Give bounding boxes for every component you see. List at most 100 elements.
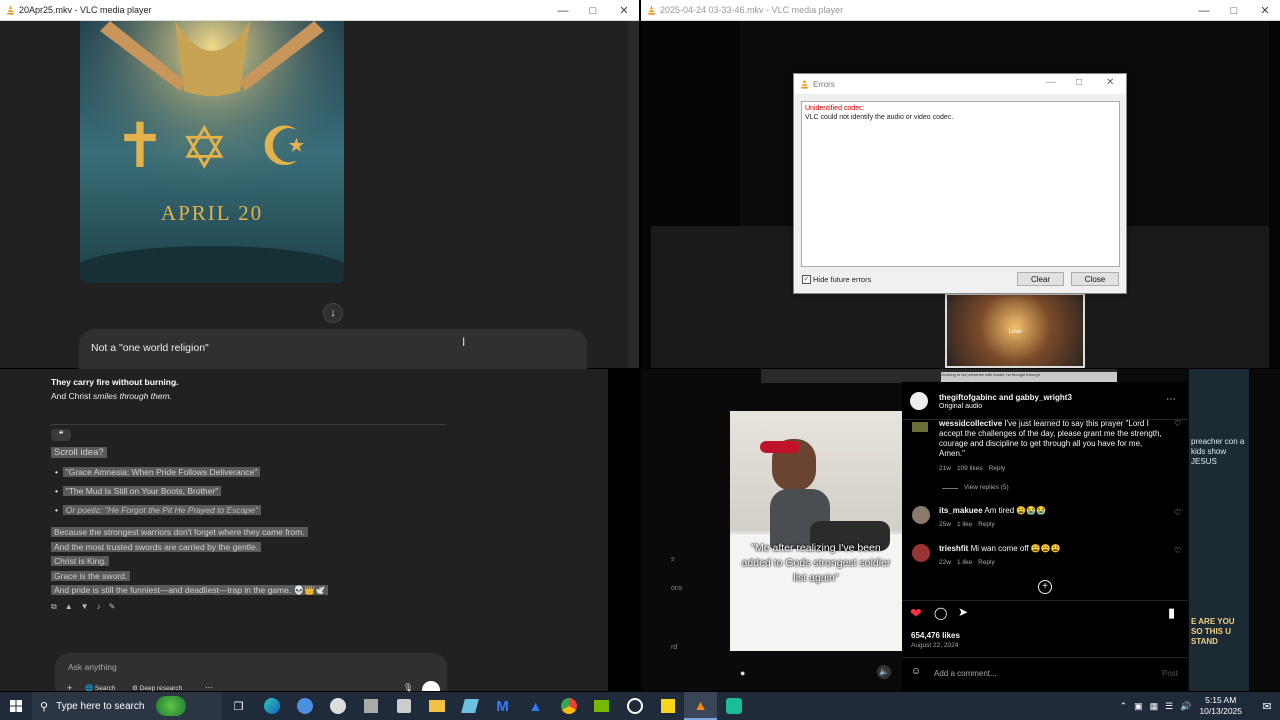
chat-body: Because the strongest warriors don't for… (51, 525, 329, 598)
app-tray-icon[interactable]: ▣ (1134, 701, 1143, 712)
sticky-notes-icon[interactable] (651, 692, 684, 720)
clock[interactable]: 5:15 AM 10/13/2025 (1199, 695, 1242, 717)
heart-icon[interactable]: ❤ (910, 605, 922, 622)
reel-video[interactable]: "Me after realizing I've been added to G… (730, 411, 902, 651)
comments-panel: thegiftofgabinc and gabby_wright3 Origin… (902, 382, 1188, 691)
right-window-title: 2025-04-24 03-33-46.mkv - VLC media play… (660, 5, 844, 15)
search-tool-button[interactable]: 🌐 Search (85, 684, 116, 692)
ask-anything-input[interactable]: Ask anything (68, 662, 117, 672)
minimize-button[interactable]: — (1189, 0, 1219, 21)
post-button[interactable]: Post (1162, 669, 1178, 678)
comment-meta: 21w 109 likes Reply (939, 465, 1006, 472)
avatar[interactable] (912, 506, 930, 524)
app-icon[interactable] (717, 692, 750, 720)
task-view-icon[interactable]: ❒ (222, 692, 255, 720)
app-icon[interactable] (321, 692, 354, 720)
wifi-icon[interactable]: ☰ (1165, 701, 1173, 712)
app-icon[interactable] (288, 692, 321, 720)
chevron-up-icon[interactable]: ⌃ (1120, 701, 1128, 712)
comment-input[interactable]: Add a comment... (934, 669, 997, 678)
comment-icon[interactable]: ◯ (934, 606, 947, 620)
app-icon[interactable] (354, 692, 387, 720)
voice-mode-button[interactable] (422, 681, 440, 691)
vlc-taskbar-icon[interactable]: ▲ (684, 692, 717, 720)
clear-button[interactable]: Clear (1017, 272, 1064, 286)
maximize-button[interactable]: □ (1219, 0, 1249, 21)
edge-icon[interactable] (255, 692, 288, 720)
notifications-icon[interactable]: ✉ (1254, 692, 1280, 720)
right-vlc-titlebar[interactable]: 2025-04-24 03-33-46.mkv - VLC media play… (641, 0, 1280, 21)
left-vlc-titlebar[interactable]: 20Apr25.mkv - VLC media player — □ ✕ (0, 0, 639, 21)
error-text: VLC could not identify the audio or vide… (805, 114, 954, 121)
vlc-cone-icon (6, 5, 15, 15)
scroll-down-button[interactable]: ↓ (323, 303, 343, 323)
thumbs-up-icon[interactable]: ▲ (65, 602, 73, 612)
avatar[interactable] (910, 392, 928, 410)
heart-icon[interactable]: ♡ (1174, 508, 1181, 517)
taskbar-search-box[interactable]: ⚲ Type here to search (32, 692, 222, 720)
app-icon[interactable]: M (486, 692, 519, 720)
maximize-button[interactable]: □ (578, 0, 608, 21)
app-icon[interactable] (387, 692, 420, 720)
deep-research-button[interactable]: ⚙ Deep research (132, 684, 182, 692)
star-of-david-icon: ✡ (180, 116, 229, 181)
comment: trieshfit Mi wan come off 😩😩😩 (939, 544, 1061, 553)
volume-icon[interactable]: 🔊 (1180, 701, 1191, 712)
copy-icon[interactable]: ⧉ (51, 602, 57, 612)
errors-minimize-button[interactable]: — (1046, 77, 1056, 88)
profile-icon[interactable]: ● (740, 668, 745, 678)
thumbs-down-icon[interactable]: ▼ (81, 602, 89, 612)
search-icon: ⚲ (40, 700, 49, 713)
load-more-icon[interactable]: + (1038, 580, 1052, 594)
left-window-title: 20Apr25.mkv - VLC media player (19, 5, 152, 15)
mic-icon[interactable]: 🎙 (403, 683, 413, 692)
comment: wessidcollective I've just learned to sa… (939, 419, 1162, 458)
nvidia-icon[interactable] (585, 692, 618, 720)
view-replies-link[interactable]: View replies (5) (964, 484, 1009, 491)
chrome-icon[interactable] (552, 692, 585, 720)
close-button[interactable]: ✕ (1250, 0, 1280, 21)
vlc-cone-icon (800, 79, 809, 89)
close-button[interactable]: ✕ (609, 0, 639, 21)
comment-meta: 25w 1 like Reply (939, 521, 995, 528)
audio-label[interactable]: Original audio (939, 403, 982, 410)
errors-maximize-button[interactable]: □ (1076, 77, 1082, 88)
more-icon[interactable]: ⋯ (205, 683, 213, 692)
vlc-cone-icon (647, 5, 656, 15)
composer[interactable]: Ask anything + 🌐 Search ⚙ Deep research … (55, 653, 447, 693)
video-caption: "Me after realizing I've been added to G… (741, 542, 891, 584)
avatar[interactable] (912, 544, 930, 562)
likes-count[interactable]: 654,476 likes (911, 631, 960, 640)
left-top-video: ✝ ✡ ☪ APRIL 20 ↓ Not a "one world religi… (0, 21, 639, 369)
quote-icon[interactable]: ❝ (51, 429, 71, 441)
file-explorer-icon[interactable] (420, 692, 453, 720)
heart-icon[interactable]: ♡ (1174, 419, 1181, 428)
account-name[interactable]: thegiftofgabinc and gabby_wright3 (939, 393, 1072, 402)
emoji-icon[interactable]: ☺ (911, 666, 921, 677)
more-options-icon[interactable]: ⋯ (1166, 394, 1176, 405)
windows-start-icon[interactable] (0, 692, 32, 720)
ribbon-icon (156, 696, 187, 716)
avatar[interactable] (912, 422, 928, 432)
share-icon[interactable]: ➤ (958, 605, 968, 619)
mute-icon[interactable]: 🔈 (877, 665, 891, 679)
app-icon[interactable] (618, 692, 651, 720)
app-icon[interactable]: ▲ (519, 692, 552, 720)
chat-bold-line: They carry fire without burning. (51, 377, 179, 387)
dialog-close-button[interactable]: Close (1071, 272, 1119, 286)
save-icon[interactable]: ▮ (1168, 605, 1175, 621)
error-log[interactable]: Unidentified codec: VLC could not identi… (801, 101, 1120, 267)
list-item: • "Grace Amnesia: When Pride Follows Del… (55, 465, 261, 479)
chat-pane: They carry fire without burning. And Chr… (0, 369, 608, 693)
errors-titlebar[interactable]: Errors — □ ✕ (794, 74, 1126, 94)
hide-errors-checkbox[interactable]: ✓ (802, 275, 811, 284)
network-icon[interactable]: ▦ (1150, 701, 1159, 712)
minimize-button[interactable]: — (548, 0, 578, 21)
speaker-icon[interactable]: ♪ (97, 602, 101, 612)
errors-close-icon[interactable]: ✕ (1106, 77, 1114, 88)
hide-errors-label: Hide future errors (813, 275, 872, 284)
app-icon[interactable] (453, 692, 486, 720)
heart-icon[interactable]: ♡ (1174, 546, 1181, 555)
edit-icon[interactable]: ✎ (109, 602, 116, 612)
left-scrollbar[interactable] (628, 21, 639, 368)
